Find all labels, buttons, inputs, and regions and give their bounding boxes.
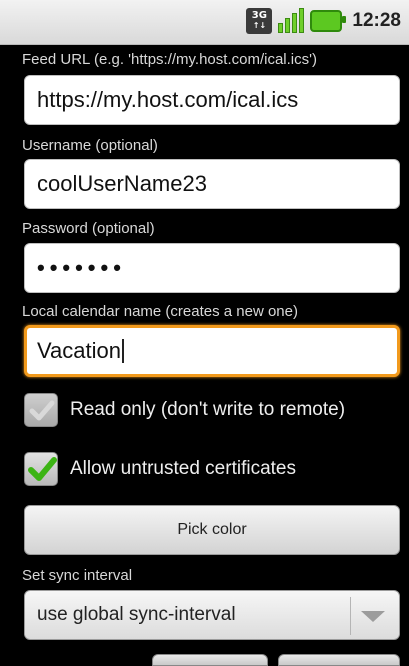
username-label: Username (optional) (22, 137, 158, 154)
3g-icon: 3G ↑↓ (246, 8, 273, 34)
pick-color-button[interactable]: Pick color (24, 505, 400, 555)
sync-interval-label: Set sync interval (22, 567, 133, 584)
untrusted-row[interactable]: Allow untrusted certificates (24, 445, 400, 493)
username-value: coolUserName23 (37, 171, 207, 196)
battery-icon (310, 10, 347, 32)
sync-interval-select[interactable]: use global sync-interval (24, 590, 400, 640)
text-cursor (121, 339, 124, 363)
calendar-name-label: Local calendar name (creates a new one) (22, 303, 298, 320)
password-label: Password (optional) (22, 220, 155, 237)
status-icons: 3G ↑↓ 12:28 (246, 8, 401, 34)
signal-icon (278, 8, 305, 33)
calendar-name-value: Vacation (37, 338, 121, 363)
password-input[interactable]: ••••••• (24, 243, 400, 293)
calendar-name-input[interactable]: Vacation (24, 325, 400, 377)
read-only-label: Read only (don't write to remote) (70, 399, 346, 420)
check-icon (29, 400, 55, 421)
screen: 3G ↑↓ 12:28 Feed URL (e.g. 'https://my.h… (0, 0, 409, 666)
feed-url-value: https://my.host.com/ical.ics (37, 87, 299, 112)
network-type-text: 3G (251, 10, 267, 21)
password-value: ••••••• (37, 255, 126, 280)
untrusted-label: Allow untrusted certificates (70, 458, 296, 479)
status-bar: 3G ↑↓ 12:28 (0, 0, 409, 45)
network-activity-text: ↑↓ (252, 21, 267, 30)
username-input[interactable]: coolUserName23 (24, 159, 400, 209)
feed-url-input[interactable]: https://my.host.com/ical.ics (24, 75, 400, 125)
status-clock: 12:28 (352, 10, 401, 31)
check-icon (28, 457, 57, 481)
untrusted-checkbox[interactable] (24, 452, 58, 486)
sync-interval-value: use global sync-interval (37, 604, 236, 625)
chevron-down-icon (361, 611, 385, 622)
settings-form: Feed URL (e.g. 'https://my.host.com/ical… (0, 45, 409, 666)
bottom-button-left[interactable] (152, 654, 268, 666)
read-only-checkbox[interactable] (24, 393, 58, 427)
read-only-row[interactable]: Read only (don't write to remote) (24, 386, 400, 434)
bottom-button-right[interactable] (278, 654, 400, 666)
feed-url-label: Feed URL (e.g. 'https://my.host.com/ical… (22, 51, 317, 68)
spinner-divider (350, 597, 351, 635)
